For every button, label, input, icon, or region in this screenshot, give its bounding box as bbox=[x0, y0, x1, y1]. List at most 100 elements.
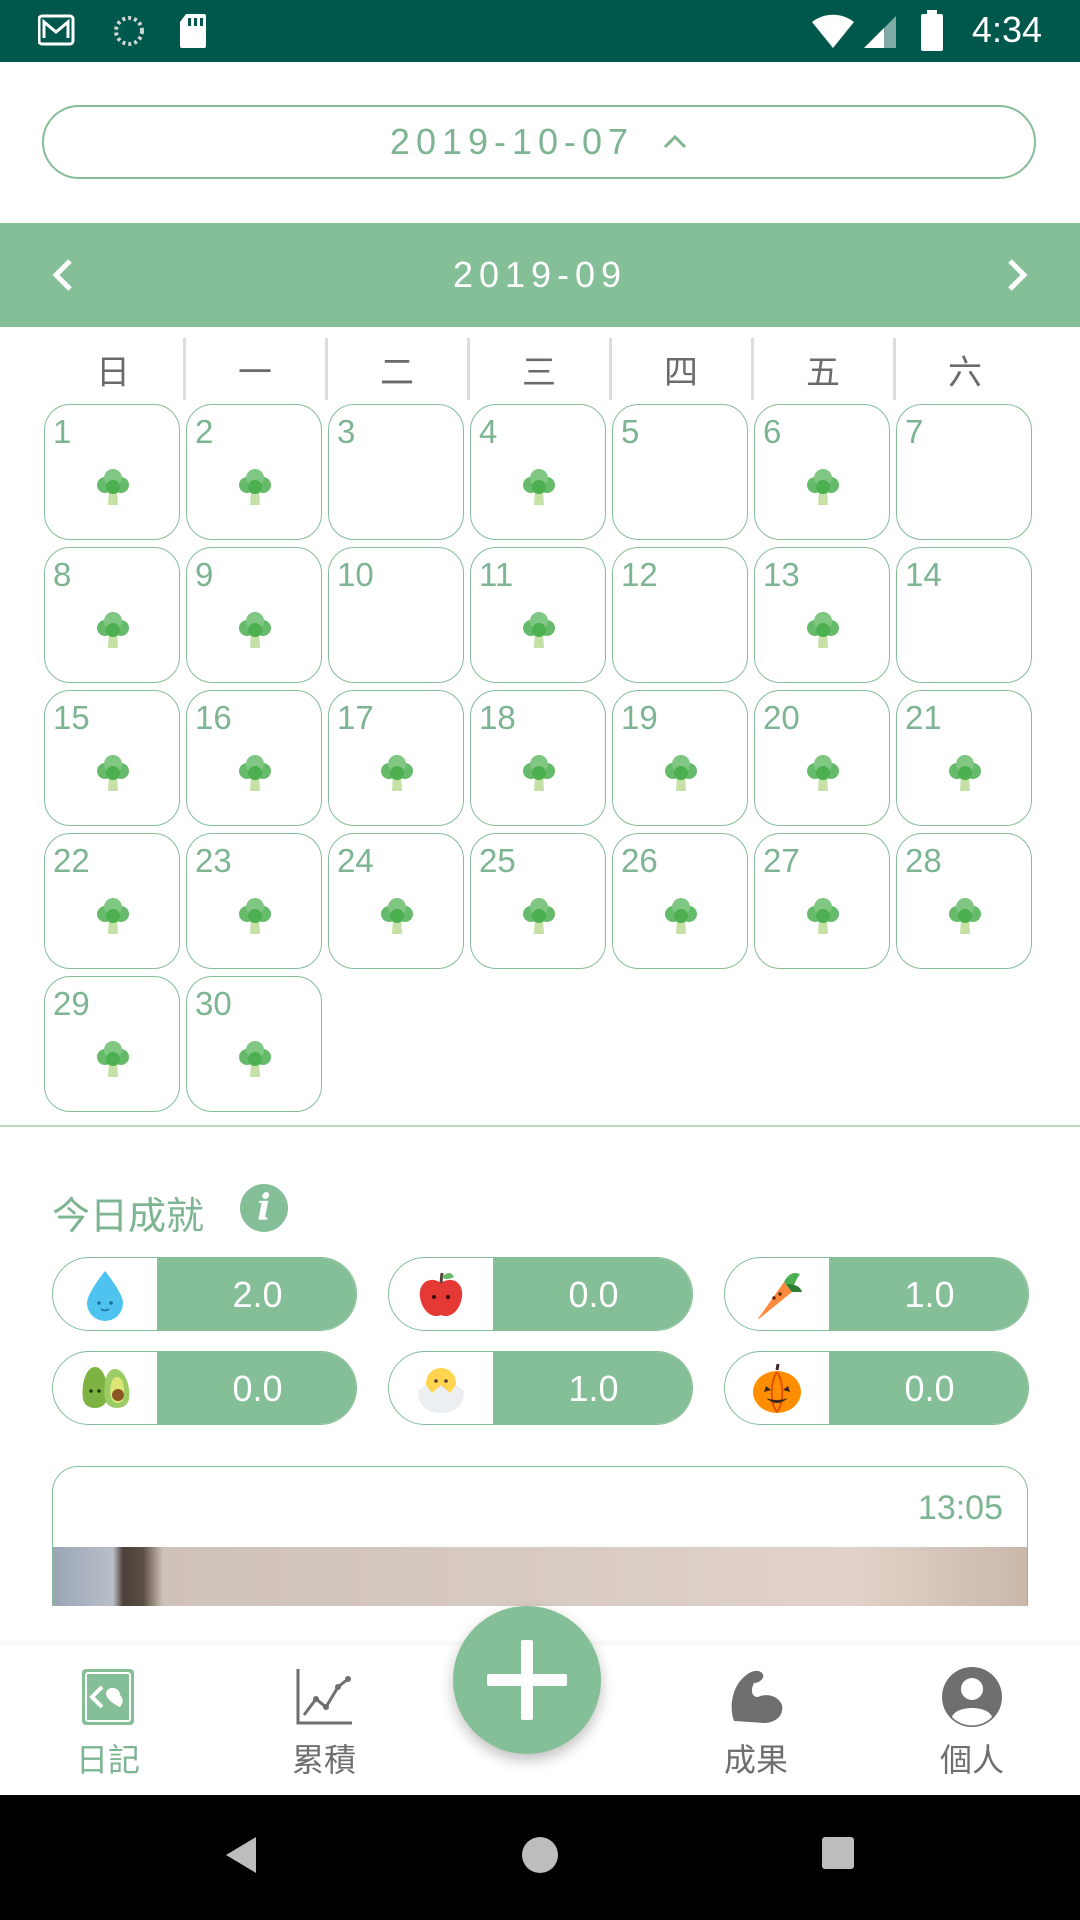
nav-diary[interactable]: 日記 bbox=[38, 1665, 178, 1785]
calendar-day-cell[interactable]: 15 bbox=[44, 690, 180, 826]
calendar-day-cell[interactable]: 17 bbox=[328, 690, 464, 826]
day-number: 18 bbox=[479, 699, 516, 736]
broccoli-icon bbox=[235, 896, 275, 936]
weekday-divider bbox=[183, 338, 186, 400]
day-number: 20 bbox=[763, 699, 800, 736]
day-number: 16 bbox=[195, 699, 232, 736]
day-number: 14 bbox=[905, 556, 942, 593]
calendar-day-cell[interactable]: 30 bbox=[186, 976, 322, 1112]
calendar-day-cell[interactable]: 1 bbox=[44, 404, 180, 540]
calendar-day-cell[interactable]: 5 bbox=[612, 404, 748, 540]
day-number: 6 bbox=[763, 413, 782, 450]
broccoli-icon bbox=[93, 467, 133, 507]
broccoli-icon bbox=[235, 1039, 275, 1079]
calendar-day-cell[interactable]: 4 bbox=[470, 404, 606, 540]
back-icon[interactable] bbox=[222, 1835, 258, 1875]
weekday-divider bbox=[325, 338, 328, 400]
broccoli-icon bbox=[519, 896, 559, 936]
achievement-pumpkin[interactable]: 0.0 bbox=[724, 1351, 1029, 1425]
entry-time: 13:05 bbox=[917, 1489, 1003, 1527]
calendar-day-cell[interactable]: 14 bbox=[896, 547, 1032, 683]
broccoli-icon bbox=[377, 753, 417, 793]
calendar-day-cell[interactable]: 20 bbox=[754, 690, 890, 826]
day-number: 23 bbox=[195, 842, 232, 879]
weekday-divider bbox=[467, 338, 470, 400]
calendar-day-cell[interactable]: 11 bbox=[470, 547, 606, 683]
nav-label-results: 成果 bbox=[723, 1741, 788, 1779]
calendar-day-cell[interactable]: 27 bbox=[754, 833, 890, 969]
add-entry-button[interactable] bbox=[453, 1606, 601, 1754]
day-number: 28 bbox=[905, 842, 942, 879]
status-bar: 4:34 bbox=[0, 0, 1080, 62]
status-time: 4:34 bbox=[971, 9, 1042, 50]
nav-personal[interactable]: 個人 bbox=[902, 1665, 1042, 1785]
broccoli-icon bbox=[519, 610, 559, 650]
achievement-value: 0.0 bbox=[829, 1352, 1028, 1424]
broccoli-icon bbox=[519, 753, 559, 793]
calendar-day-cell[interactable]: 29 bbox=[44, 976, 180, 1112]
next-month-icon[interactable] bbox=[994, 253, 1038, 297]
calendar-day-cell[interactable]: 10 bbox=[328, 547, 464, 683]
broccoli-icon bbox=[235, 467, 275, 507]
achievement-carrot[interactable]: 1.0 bbox=[724, 1257, 1029, 1331]
calendar-day-cell[interactable]: 26 bbox=[612, 833, 748, 969]
day-number: 19 bbox=[621, 699, 658, 736]
achievement-value: 2.0 bbox=[157, 1258, 356, 1330]
prev-month-icon[interactable] bbox=[42, 253, 86, 297]
day-number: 21 bbox=[905, 699, 942, 736]
home-icon[interactable] bbox=[520, 1835, 560, 1875]
day-number: 8 bbox=[53, 556, 72, 593]
calendar-day-cell[interactable]: 21 bbox=[896, 690, 1032, 826]
calendar-day-cell[interactable]: 19 bbox=[612, 690, 748, 826]
diary-entry-card[interactable]: 13:05 bbox=[52, 1466, 1028, 1606]
calendar-day-cell[interactable]: 8 bbox=[44, 547, 180, 683]
weekday-divider bbox=[893, 338, 896, 400]
day-number: 9 bbox=[195, 556, 214, 593]
recents-icon[interactable] bbox=[820, 1835, 856, 1871]
info-icon[interactable]: i bbox=[240, 1184, 288, 1232]
calendar-day-cell[interactable]: 16 bbox=[186, 690, 322, 826]
day-number: 15 bbox=[53, 699, 90, 736]
calendar-day-cell[interactable]: 22 bbox=[44, 833, 180, 969]
apple-icon bbox=[389, 1258, 493, 1330]
calendar-day-cell[interactable]: 18 bbox=[470, 690, 606, 826]
wifi-icon bbox=[812, 14, 854, 48]
broccoli-icon bbox=[93, 896, 133, 936]
calendar-day-cell[interactable]: 25 bbox=[470, 833, 606, 969]
calendar-day-cell[interactable]: 7 bbox=[896, 404, 1032, 540]
gmail-icon bbox=[38, 14, 75, 46]
broccoli-icon bbox=[235, 610, 275, 650]
calendar-day-cell[interactable]: 24 bbox=[328, 833, 464, 969]
plus-icon bbox=[487, 1640, 567, 1720]
broccoli-icon bbox=[803, 753, 843, 793]
entry-photo bbox=[53, 1547, 1027, 1606]
calendar-day-cell[interactable]: 13 bbox=[754, 547, 890, 683]
achievement-value: 1.0 bbox=[493, 1352, 692, 1424]
achievements-title: 今日成就 bbox=[52, 1194, 205, 1238]
nav-results[interactable]: 成果 bbox=[686, 1665, 826, 1785]
calendar-day-cell[interactable]: 2 bbox=[186, 404, 322, 540]
broccoli-icon bbox=[235, 753, 275, 793]
calendar-day-cell[interactable]: 23 bbox=[186, 833, 322, 969]
calendar-day-cell[interactable]: 12 bbox=[612, 547, 748, 683]
date-selector[interactable]: 2019-10-07 bbox=[42, 105, 1036, 179]
achievement-apple[interactable]: 0.0 bbox=[388, 1257, 693, 1331]
day-number: 1 bbox=[53, 413, 72, 450]
achievement-chick[interactable]: 1.0 bbox=[388, 1351, 693, 1425]
day-number: 29 bbox=[53, 985, 90, 1022]
avocado-icon bbox=[53, 1352, 157, 1424]
broccoli-icon bbox=[661, 753, 701, 793]
nav-accumulate[interactable]: 累積 bbox=[254, 1665, 394, 1785]
achievement-avocado[interactable]: 0.0 bbox=[52, 1351, 357, 1425]
calendar-day-cell[interactable]: 28 bbox=[896, 833, 1032, 969]
achievement-water[interactable]: 2.0 bbox=[52, 1257, 357, 1331]
day-number: 27 bbox=[763, 842, 800, 879]
month-label: 2019-09 bbox=[452, 254, 628, 295]
weekday-divider bbox=[609, 338, 612, 400]
calendar-day-cell[interactable]: 3 bbox=[328, 404, 464, 540]
calendar-day-cell[interactable]: 6 bbox=[754, 404, 890, 540]
calendar-day-cell[interactable]: 9 bbox=[186, 547, 322, 683]
broccoli-icon bbox=[93, 610, 133, 650]
nav-label-accumulate: 累積 bbox=[291, 1741, 356, 1779]
chevron-up-icon bbox=[664, 134, 687, 149]
